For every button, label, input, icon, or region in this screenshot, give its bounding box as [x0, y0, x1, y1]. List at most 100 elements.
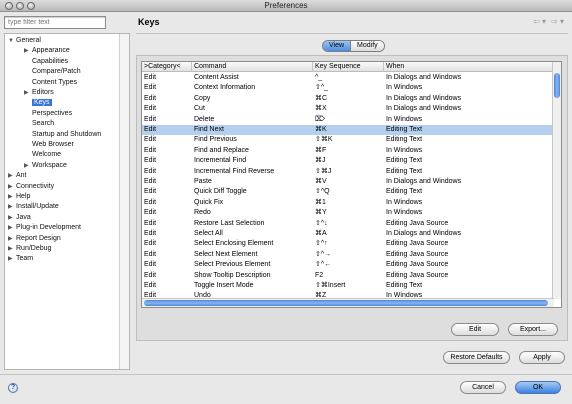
- disclosure-closed-icon[interactable]: ▶: [8, 254, 16, 264]
- table-row[interactable]: Edit Cut ⌘X In Dialogs and Windows: [142, 104, 554, 114]
- tree-item-label: Compare/Patch: [32, 68, 81, 76]
- cell-command: Delete: [194, 115, 215, 123]
- disclosure-closed-icon[interactable]: ▶: [8, 202, 16, 212]
- table-row[interactable]: Edit Paste ⌘V In Dialogs and Windows: [142, 177, 554, 187]
- keys-table: >Category< Command Key Sequence When Edi…: [141, 61, 562, 308]
- export-button[interactable]: Export...: [508, 323, 558, 336]
- disclosure-open-icon[interactable]: ▼: [8, 36, 16, 46]
- tree-item[interactable]: ▶ Team: [8, 254, 33, 264]
- disclosure-closed-icon[interactable]: ▶: [8, 213, 16, 223]
- disclosure-closed-icon[interactable]: ▶: [8, 244, 16, 254]
- cell-command: Cut: [194, 105, 205, 113]
- table-row[interactable]: Edit Find Next ⌘K Editing Text: [142, 125, 554, 136]
- cell-when: In Dialogs and Windows: [386, 178, 462, 185]
- tree-item[interactable]: ▶ Editors: [24, 88, 54, 98]
- help-icon[interactable]: ?: [8, 383, 18, 393]
- cell-category: Edit: [144, 188, 157, 196]
- tree-item-label: Run/Debug: [16, 245, 52, 252]
- footer-divider: [0, 374, 572, 375]
- cell-category: Edit: [144, 126, 157, 133]
- table-row[interactable]: Edit Show Tooltip Description F2 Editing Ja…: [142, 271, 554, 281]
- tree-item[interactable]: ▼ General: [8, 36, 41, 46]
- cell-key-sequence: ⌘1: [315, 198, 326, 206]
- tree-item[interactable]: ▶ Help: [8, 192, 30, 202]
- cell-key-sequence: ⇧⌘K: [315, 136, 333, 144]
- disclosure-closed-icon[interactable]: ▶: [24, 88, 32, 98]
- vertical-scroll-thumb[interactable]: [554, 73, 560, 98]
- edit-button[interactable]: Edit: [451, 323, 499, 336]
- tree-item[interactable]: ▶ Connectivity: [8, 182, 54, 192]
- column-command[interactable]: Command: [192, 62, 313, 72]
- cell-category: Edit: [144, 74, 157, 81]
- table-row[interactable]: Edit Select Enclosing Element ⇧^↑ Editing J…: [142, 239, 554, 249]
- table-row[interactable]: Edit Select Previous Element ⇧^← Editing Ja…: [142, 260, 554, 270]
- column-when[interactable]: When: [384, 62, 554, 72]
- table-row[interactable]: Edit Toggle Insert Mode ⇧⌘Insert Editing Te…: [142, 281, 554, 291]
- table-row[interactable]: Edit Delete ⌦ In Windows: [142, 115, 554, 125]
- table-vertical-scrollbar[interactable]: [552, 62, 561, 299]
- tree-item[interactable]: ▶ Workspace: [24, 161, 67, 171]
- tree-item[interactable]: Web Browser: [24, 140, 74, 150]
- tree-item[interactable]: Compare/Patch: [24, 67, 81, 77]
- title-bar: Preferences: [0, 0, 572, 12]
- tree-scrollbar[interactable]: [119, 34, 129, 369]
- cancel-button[interactable]: Cancel: [460, 381, 506, 394]
- tree-item[interactable]: Search: [24, 119, 54, 129]
- tab-modify[interactable]: Modify: [351, 41, 384, 51]
- tree-item-label: Startup and Shutdown: [32, 130, 102, 138]
- tree-item[interactable]: Perspectives: [24, 109, 72, 119]
- cell-key-sequence: ⇧^↑: [315, 240, 328, 248]
- table-row[interactable]: Edit Incremental Find Reverse ⇧⌘J Editing T…: [142, 167, 554, 177]
- disclosure-closed-icon[interactable]: ▶: [8, 171, 16, 181]
- tree-item[interactable]: Startup and Shutdown: [24, 130, 101, 140]
- cell-key-sequence: ^_: [315, 74, 323, 81]
- cell-command: Select Enclosing Element: [194, 240, 274, 248]
- restore-defaults-button[interactable]: Restore Defaults: [443, 351, 510, 364]
- table-row[interactable]: Edit Select Next Element ⇧^→ Editing Java S…: [142, 250, 554, 260]
- tab-view[interactable]: View: [323, 41, 352, 51]
- tree-item[interactable]: ▶ Appearance: [24, 46, 70, 56]
- column-key-sequence[interactable]: Key Sequence: [313, 62, 384, 72]
- window-title: Preferences: [264, 1, 308, 10]
- tree-item[interactable]: Welcome: [24, 150, 61, 160]
- disclosure-closed-icon[interactable]: ▶: [24, 46, 32, 56]
- table-horizontal-scrollbar[interactable]: [142, 298, 554, 307]
- tree-item-label: Perspectives: [32, 109, 73, 117]
- tree-item-label: Connectivity: [16, 182, 55, 190]
- back-arrow-icon[interactable]: ⇦ ▾: [533, 17, 546, 26]
- table-row[interactable]: Edit Restore Last Selection ⇧^↓ Editing Jav…: [142, 219, 554, 229]
- horizontal-scroll-thumb[interactable]: [144, 300, 548, 306]
- tree-item[interactable]: Keys: [24, 98, 52, 108]
- tree-item[interactable]: ▶ Run/Debug: [8, 244, 51, 254]
- table-row[interactable]: Edit Quick Fix ⌘1 In Windows: [142, 198, 554, 208]
- tree-item[interactable]: ▶ Ant: [8, 171, 27, 181]
- disclosure-closed-icon[interactable]: ▶: [24, 161, 32, 171]
- tree-item[interactable]: ▶ Install/Update: [8, 202, 59, 212]
- filter-input[interactable]: [4, 16, 106, 29]
- ok-button[interactable]: OK: [515, 381, 561, 394]
- cell-command: Restore Last Selection: [194, 219, 265, 227]
- forward-arrow-icon[interactable]: ⇨ ▾: [551, 17, 564, 26]
- disclosure-closed-icon[interactable]: ▶: [8, 234, 16, 244]
- disclosure-closed-icon[interactable]: ▶: [8, 182, 16, 192]
- tree-item[interactable]: ▶ Java: [8, 213, 31, 223]
- table-row[interactable]: Edit Context Information ⇧^_ In Windows: [142, 83, 554, 93]
- table-row[interactable]: Edit Redo ⌘Y In Windows: [142, 208, 554, 218]
- table-row[interactable]: Edit Copy ⌘C In Dialogs and Windows: [142, 94, 554, 104]
- disclosure-closed-icon[interactable]: ▶: [8, 192, 16, 202]
- tree-item[interactable]: Capabilities: [24, 57, 68, 67]
- tree-item[interactable]: ▶ Report Design: [8, 234, 61, 244]
- table-row[interactable]: Edit Select All ⌘A In Dialogs and Windows: [142, 229, 554, 239]
- table-row[interactable]: Edit Incremental Find ⌘J Editing Text: [142, 156, 554, 166]
- disclosure-closed-icon[interactable]: ▶: [8, 223, 16, 233]
- cell-command: Find and Replace: [194, 146, 249, 154]
- apply-button[interactable]: Apply: [519, 351, 565, 364]
- tree-item[interactable]: ▶ Plug-in Development: [8, 223, 81, 233]
- table-row[interactable]: Edit Find Previous ⇧⌘K Editing Text: [142, 135, 554, 145]
- table-row[interactable]: Edit Quick Diff Toggle ⇧^Q Editing Text: [142, 187, 554, 197]
- table-row[interactable]: Edit Find and Replace ⌘F In Windows: [142, 146, 554, 156]
- tree-item[interactable]: Content Types: [24, 78, 77, 88]
- column-category[interactable]: >Category<: [142, 62, 192, 72]
- cell-when: Editing Text: [386, 188, 423, 196]
- table-row[interactable]: Edit Content Assist ^_ In Dialogs and Windo…: [142, 73, 554, 83]
